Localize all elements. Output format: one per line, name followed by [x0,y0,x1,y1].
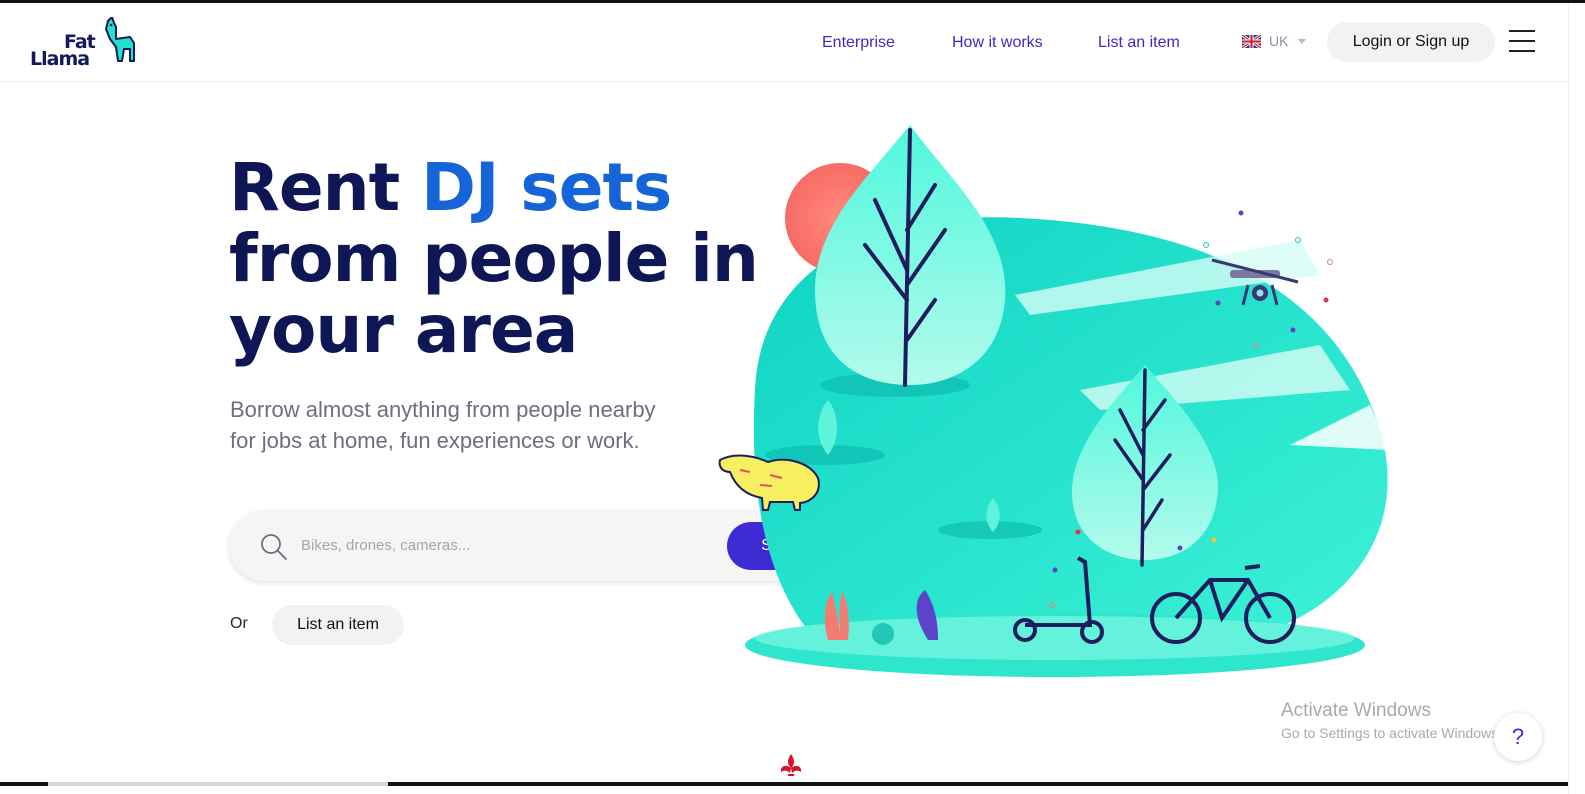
search-icon [261,534,287,560]
subtitle-line-1: Borrow almost anything from people nearb… [230,397,656,422]
search-input[interactable] [301,530,721,560]
fat-llama-logo[interactable]: Fat Llama [30,17,140,70]
nav-enterprise-link[interactable]: Enterprise [822,34,895,52]
page-scrollbar[interactable] [1568,3,1585,794]
llama-mascot-icon [105,17,135,62]
hero-subtitle: Borrow almost anything from people nearb… [230,394,750,456]
or-label: Or [230,615,248,632]
list-an-item-button[interactable]: List an item [272,605,404,645]
locale-selector[interactable]: UK [1242,33,1307,49]
subtitle-line-2: for jobs at home, fun experiences or wor… [230,428,640,453]
taskbar-edge [0,782,1568,786]
nav-how-it-works-link[interactable]: How it works [952,34,1043,52]
site-header: Fat Llama Enterprise How it works List a… [0,3,1568,82]
locale-label: UK [1269,33,1289,49]
help-button[interactable]: ? [1494,713,1542,761]
headline-category: DJ sets [421,149,672,226]
fleur-de-lis-icon [780,754,802,776]
hamburger-menu-icon[interactable] [1509,30,1535,52]
headline-line-2: from people in [229,220,759,297]
hero-illustration [718,125,1390,677]
nav-list-item-link[interactable]: List an item [1098,34,1180,52]
headline-prefix: Rent [229,149,422,226]
taskbar-segment [48,782,388,786]
windows-activation-title: Activate Windows [1281,700,1431,721]
login-signup-button[interactable]: Login or Sign up [1327,22,1495,62]
logo-word-llama: Llama [30,48,90,70]
hero-headline: Rent DJ sets from people in your area [229,152,769,365]
chevron-down-icon [1298,38,1307,44]
llama-figure [718,454,820,511]
headline-line-3: your area [229,291,578,368]
uk-flag-icon [1242,34,1261,48]
windows-activation-subtitle: Go to Settings to activate Windows. [1281,725,1502,741]
